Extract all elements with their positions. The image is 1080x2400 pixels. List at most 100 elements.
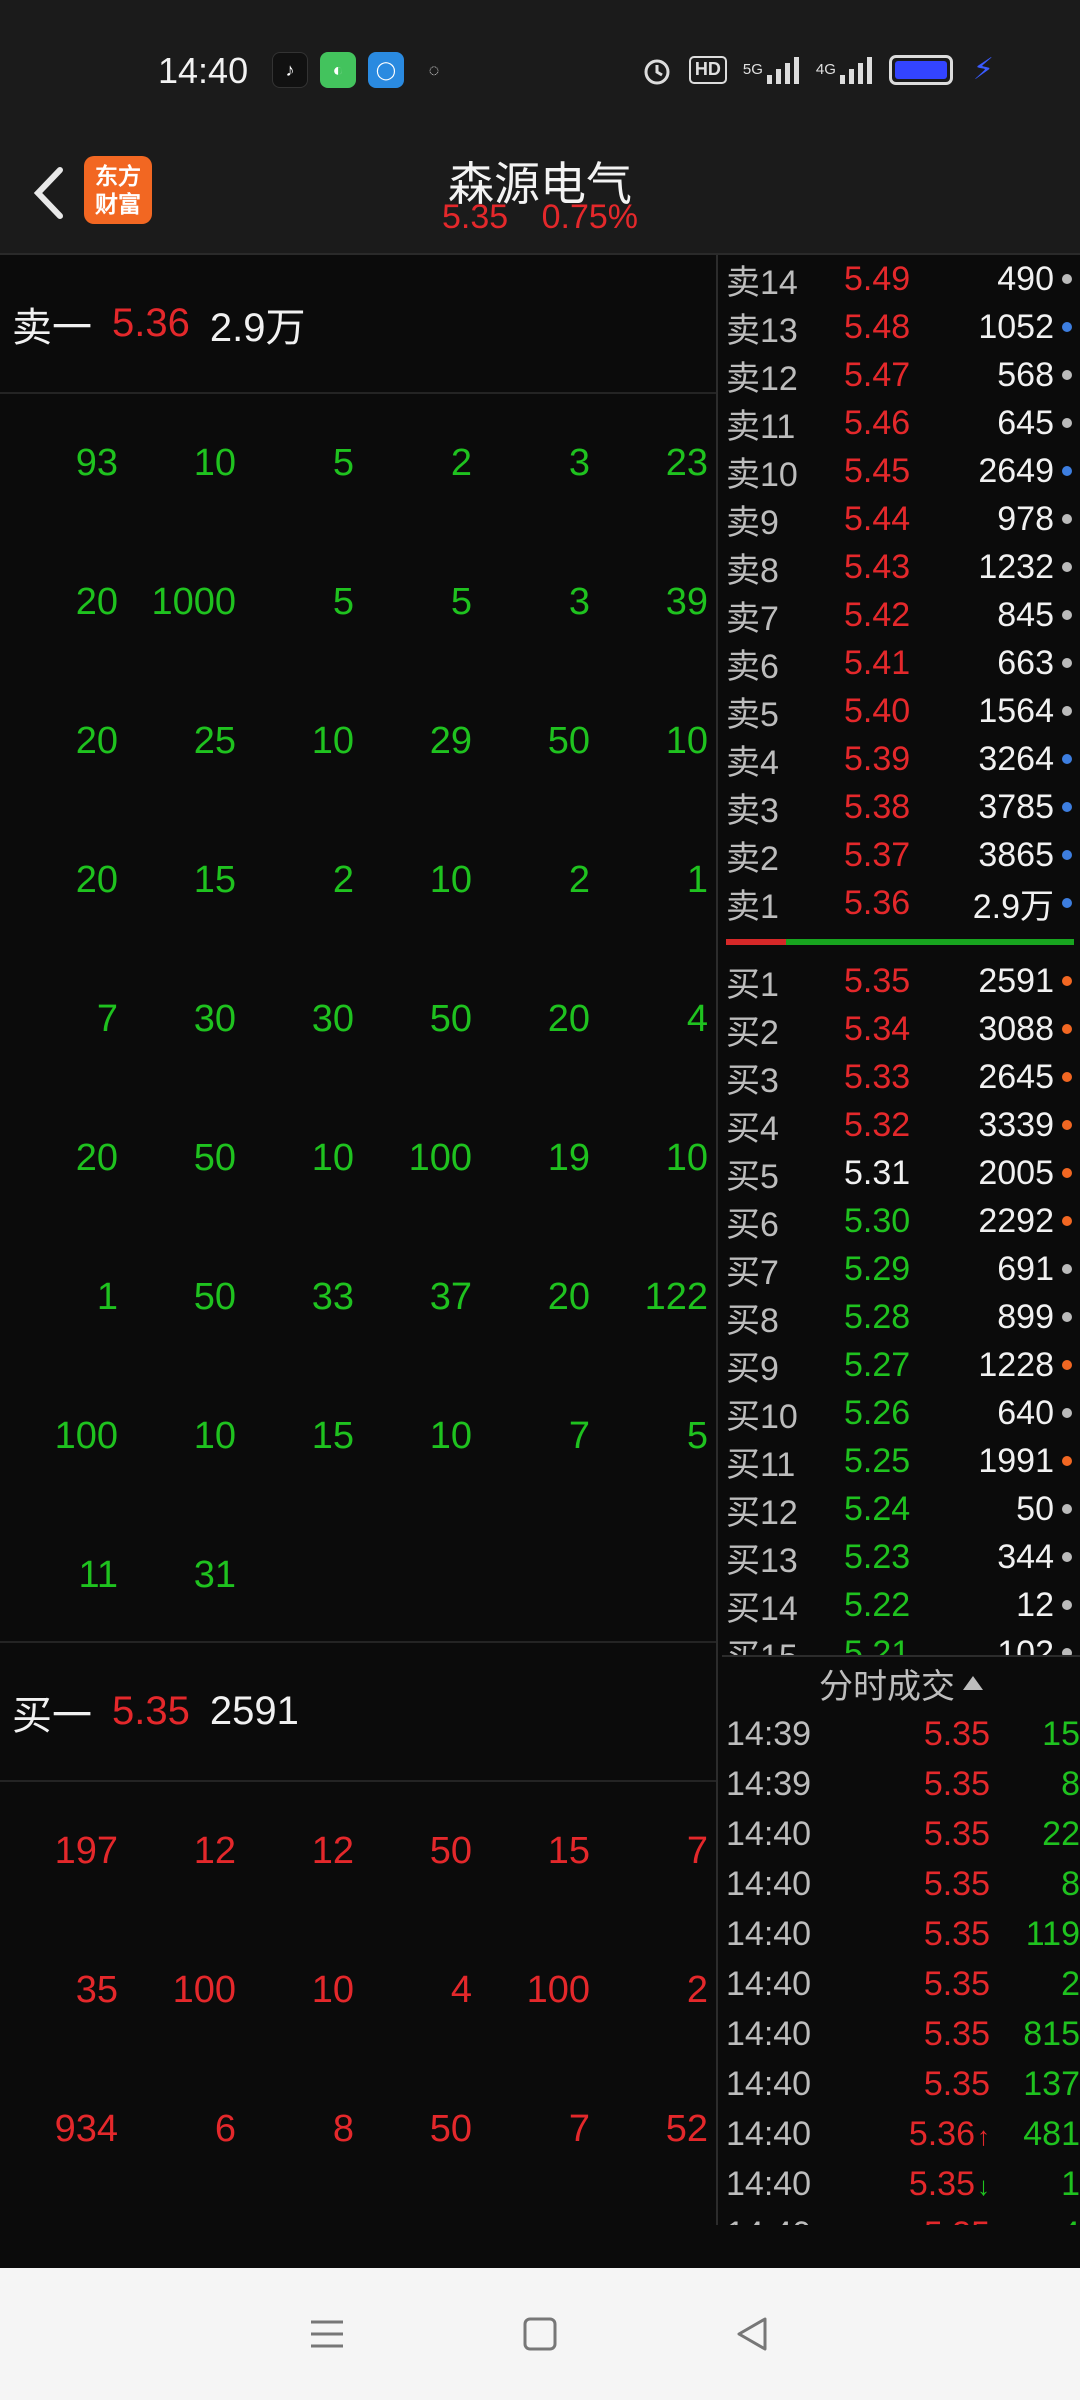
ask-level-volume: 663	[997, 643, 1054, 682]
order-book-panel: 卖14 5.49 490 卖13 5.48 1052 卖12 5.47 568 卖11 5.46 64…	[722, 255, 1080, 2225]
ask-level-price: 5.46	[844, 403, 911, 442]
ask-level[interactable]: 卖12 5.47 568	[722, 351, 1080, 399]
ask-queue-cell: 1	[686, 859, 708, 901]
ask-queue-cell: 10	[311, 720, 354, 762]
tick-row: 14:40 5.35↓ 1	[722, 2159, 1080, 2209]
ask-level-volume: 2649	[978, 451, 1054, 490]
status-bar: 14:40 ♪ ◐ ◯ ◌ HD 5G 4G ⚡	[0, 0, 1080, 140]
dot-icon	[1062, 274, 1072, 284]
bid-level-price: 5.26	[844, 1393, 911, 1432]
bid-level-price: 5.32	[844, 1105, 911, 1144]
arrow-up-icon: ↑	[977, 2120, 990, 2151]
bid-level[interactable]: 买6 5.30 2292	[722, 1197, 1080, 1245]
tick-trades-header[interactable]: 分时成交	[722, 1657, 1080, 1709]
back-nav-button[interactable]	[721, 2302, 785, 2366]
bid-level[interactable]: 买3 5.33 2645	[722, 1053, 1080, 1101]
ask-level[interactable]: 卖2 5.37 3865	[722, 831, 1080, 879]
ask-level[interactable]: 卖11 5.46 645	[722, 399, 1080, 447]
tick-time: 14:40	[726, 2014, 812, 2053]
bid-level[interactable]: 买9 5.27 1228	[722, 1341, 1080, 1389]
tick-volume: 481	[1023, 2114, 1080, 2153]
bid-level[interactable]: 买12 5.24 50	[722, 1485, 1080, 1533]
bid-level-price: 5.30	[844, 1201, 911, 1240]
ask-level-volume: 1232	[978, 547, 1054, 586]
bid-level[interactable]: 买2 5.34 3088	[722, 1005, 1080, 1053]
bid-level[interactable]: 买1 5.35 2591	[722, 957, 1080, 1005]
status-indicators: HD 5G 4G ⚡	[641, 52, 994, 87]
ask-queue-cell: 25	[193, 720, 236, 762]
ask-queue-cell: 5	[686, 1415, 708, 1457]
ask-level[interactable]: 卖13 5.48 1052	[722, 303, 1080, 351]
ask-queue-cell: 7	[96, 998, 118, 1040]
ask-level-label: 卖12	[726, 359, 798, 398]
bid-level[interactable]: 买8 5.28 899	[722, 1293, 1080, 1341]
ask-queue-cell: 100	[54, 1415, 118, 1457]
bid-queue-cell: 12	[193, 1830, 236, 1872]
bid-queue-cell: 52	[665, 2108, 708, 2150]
ask-queue-cell: 50	[429, 998, 472, 1040]
ask-level[interactable]: 卖5 5.40 1564	[722, 687, 1080, 735]
alarm-icon	[641, 53, 673, 87]
ask-queue-cell: 30	[311, 998, 354, 1040]
ask-level-label: 卖8	[726, 551, 779, 590]
bid-level-volume: 1991	[978, 1441, 1054, 1480]
ask-queue-cell: 10	[429, 859, 472, 901]
tick-volume: 15	[1042, 1714, 1080, 1753]
triangle-back-icon	[737, 2317, 767, 2351]
bid-queue-cell: 100	[526, 1969, 590, 2011]
bid-level[interactable]: 买11 5.25 1991	[722, 1437, 1080, 1485]
bid-queue-cell: 8	[332, 2108, 354, 2150]
bid-level-volume: 3088	[978, 1009, 1054, 1048]
dot-icon	[1062, 850, 1072, 860]
bid-queue-cell: 10	[311, 1969, 354, 2011]
app-header: 东方 财富 森源电气 5.35 0.75%	[0, 140, 1080, 255]
ask-level[interactable]: 卖1 5.36 2.9万	[722, 879, 1080, 927]
bid-queue-cell: 1	[2, 2199, 120, 2225]
charging-icon: ⚡	[972, 53, 994, 86]
dot-icon	[1062, 418, 1072, 428]
ask-level[interactable]: 卖8 5.43 1232	[722, 543, 1080, 591]
bid-one-summary: 买一 5.35 2591	[0, 1643, 716, 1782]
ask-level[interactable]: 卖6 5.41 663	[722, 639, 1080, 687]
ask-level[interactable]: 卖7 5.42 845	[722, 591, 1080, 639]
stock-change: 0.75%	[541, 198, 639, 236]
ask-level[interactable]: 卖9 5.44 978	[722, 495, 1080, 543]
bid-level-price: 5.34	[844, 1009, 911, 1048]
ask-level[interactable]: 卖3 5.38 3785	[722, 783, 1080, 831]
home-button[interactable]	[508, 2302, 572, 2366]
tick-time: 14:40	[726, 2064, 812, 2103]
tick-trades-list[interactable]: 14:39 5.35 15 14:39 5.35 8 14:40 5.35 22 14:40 5.3…	[722, 1709, 1080, 2226]
ask-level-price: 5.39	[844, 739, 911, 778]
bid-queue-cell: 15	[120, 2199, 238, 2225]
ask-level[interactable]: 卖10 5.45 2649	[722, 447, 1080, 495]
tick-time: 14:40	[726, 1964, 812, 2003]
ask-queue-cell: 3	[568, 442, 590, 484]
bid-level-price: 5.29	[844, 1249, 911, 1288]
bid-level-label: 买3	[726, 1061, 779, 1100]
bid-level-label: 买9	[726, 1349, 779, 1388]
bid-level-volume: 691	[997, 1249, 1054, 1288]
bid-level[interactable]: 买5 5.31 2005	[722, 1149, 1080, 1197]
ask-queue-cell: 30	[193, 998, 236, 1040]
ask-level-label: 卖6	[726, 647, 779, 686]
bid-queue-grid: 1971212501573510010410029346850752115477…	[0, 1782, 716, 2225]
bid-level[interactable]: 买10 5.26 640	[722, 1389, 1080, 1437]
tick-volume: 22	[1042, 1814, 1080, 1853]
stock-price: 5.35	[441, 198, 509, 236]
order-book[interactable]: 卖14 5.49 490 卖13 5.48 1052 卖12 5.47 568 卖11 5.46 64…	[722, 255, 1080, 1676]
ask-level[interactable]: 卖4 5.39 3264	[722, 735, 1080, 783]
bid-level-label: 买10	[726, 1397, 798, 1436]
ask-queue-cell: 3	[568, 581, 590, 623]
bid-level[interactable]: 买7 5.29 691	[722, 1245, 1080, 1293]
ask-level-label: 卖11	[726, 407, 796, 446]
ask-level[interactable]: 卖14 5.49 490	[722, 255, 1080, 303]
bid-level[interactable]: 买13 5.23 344	[722, 1533, 1080, 1581]
square-icon	[523, 2317, 557, 2351]
bid-level-label: 买12	[726, 1493, 798, 1532]
bid-level[interactable]: 买14 5.22 12	[722, 1581, 1080, 1629]
ask-queue-cell: 31	[193, 1554, 236, 1596]
menu-button[interactable]	[295, 2302, 359, 2366]
ask-level-volume: 1564	[978, 691, 1054, 730]
bid-level[interactable]: 买4 5.32 3339	[722, 1101, 1080, 1149]
tick-time: 14:39	[726, 1714, 812, 1753]
